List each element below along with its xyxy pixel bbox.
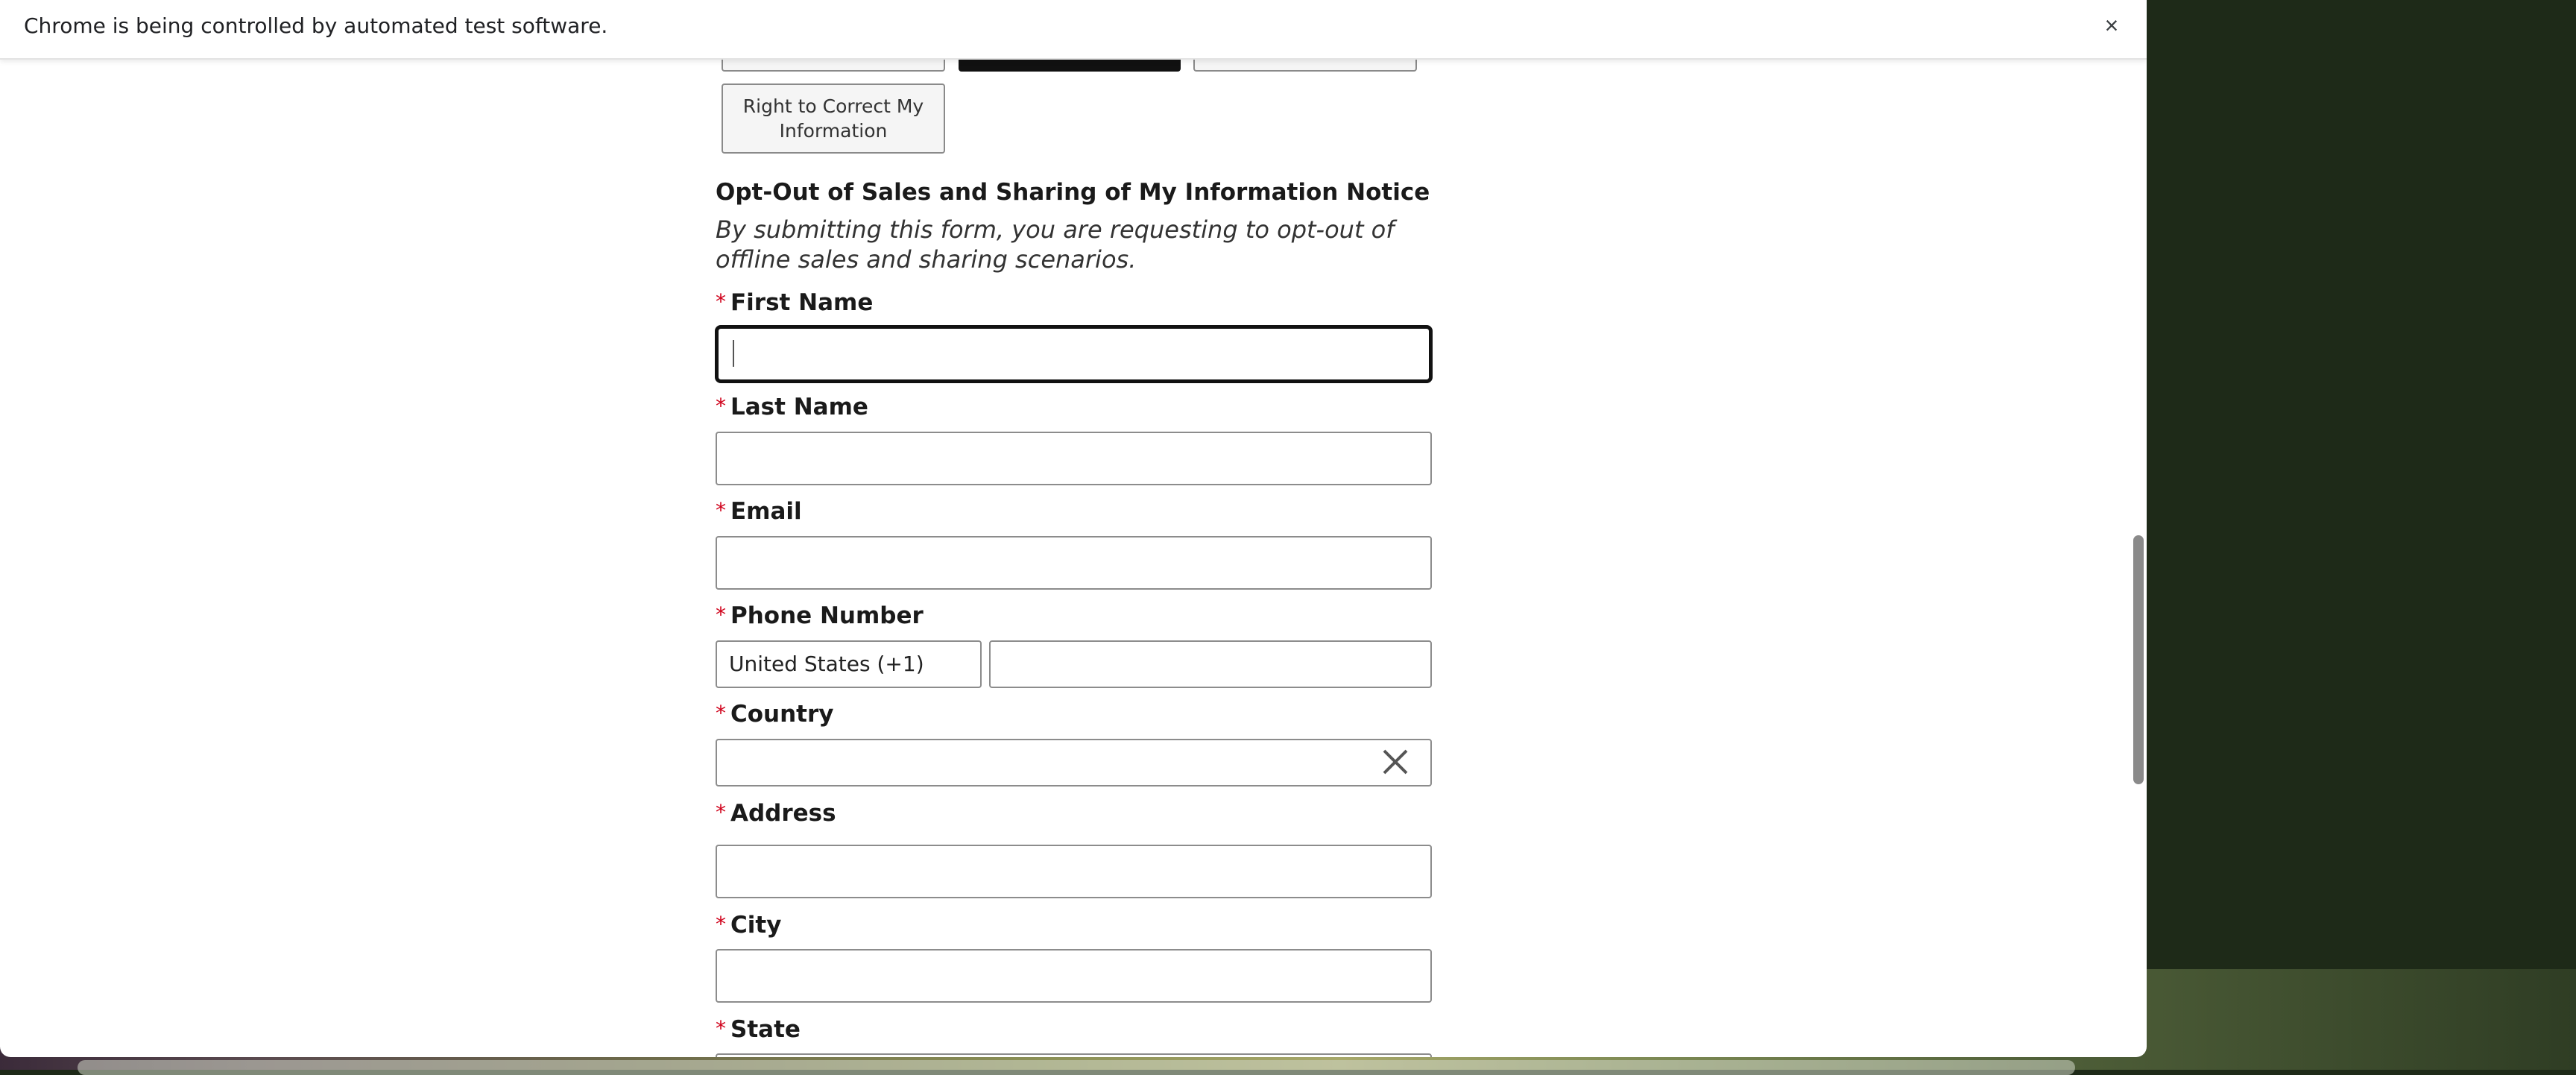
state-label: * State (716, 1016, 801, 1043)
phone-number-label: * Phone Number (716, 602, 924, 629)
city-input[interactable] (716, 949, 1432, 1003)
required-marker: * (716, 912, 726, 936)
notice-heading: Opt-Out of Sales and Sharing of My Infor… (716, 179, 1430, 206)
request-type-label: Right to Correct My Information (742, 95, 924, 142)
text-caret (733, 340, 734, 367)
scrollbar-thumb[interactable] (2133, 535, 2144, 784)
automation-infobar: Chrome is being controlled by automated … (0, 0, 2147, 60)
phone-number-input[interactable] (989, 640, 1432, 688)
city-label-text: City (730, 912, 782, 939)
page-content: Right to Correct My Information Opt-Out … (0, 0, 2147, 1057)
infobar-message: Chrome is being controlled by automated … (24, 13, 608, 38)
state-label-text: State (730, 1016, 801, 1043)
state-input[interactable] (716, 1053, 1432, 1057)
required-marker: * (716, 394, 726, 418)
request-type-right-to-correct[interactable]: Right to Correct My Information (722, 83, 945, 154)
required-marker: * (716, 498, 726, 523)
address-label-text: Address (730, 800, 836, 827)
first-name-input[interactable] (715, 325, 1433, 383)
required-marker: * (716, 800, 726, 825)
browser-window: Right to Correct My Information Opt-Out … (0, 0, 2147, 1057)
email-label-text: Email (730, 498, 802, 525)
country-label: * Country (716, 701, 834, 728)
email-label: * Email (716, 498, 802, 525)
phone-country-code-select[interactable]: United States (+1) (716, 640, 982, 688)
first-name-label: * First Name (716, 289, 873, 316)
close-icon[interactable]: × (2098, 9, 2125, 42)
required-marker: * (716, 602, 726, 627)
email-input[interactable] (716, 536, 1432, 590)
address-label: * Address (716, 800, 836, 827)
last-name-label: * Last Name (716, 394, 868, 420)
phone-number-label-text: Phone Number (730, 602, 924, 629)
last-name-input[interactable] (716, 432, 1432, 485)
close-icon[interactable] (1380, 747, 1410, 777)
required-marker: * (716, 289, 726, 314)
phone-country-code-value: United States (+1) (729, 652, 924, 676)
required-marker: * (716, 701, 726, 725)
country-label-text: Country (730, 701, 834, 728)
city-label: * City (716, 912, 781, 939)
notice-description: By submitting this form, you are request… (716, 215, 1395, 274)
address-input[interactable] (716, 845, 1432, 898)
country-select[interactable] (716, 739, 1432, 786)
last-name-label-text: Last Name (730, 394, 868, 420)
dock (78, 1060, 2075, 1075)
first-name-label-text: First Name (730, 289, 874, 316)
required-marker: * (716, 1016, 726, 1041)
